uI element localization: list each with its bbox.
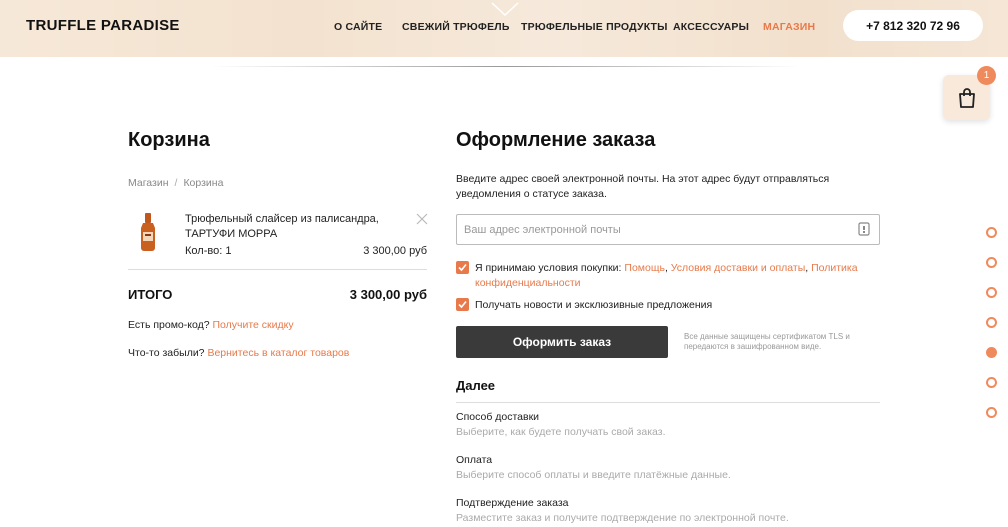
side-nav-dot[interactable] [986,377,997,388]
catalog-link[interactable]: Вернитесь в каталог товаров [207,347,349,359]
side-nav-dot[interactable] [986,227,997,238]
promo-link[interactable]: Получите скидку [212,319,293,331]
site-header: TRUFFLE PARADISE О САЙТЕ СВЕЖИЙ ТРЮФЕЛЬ … [0,0,1008,57]
side-nav-dot[interactable] [986,287,997,298]
nav-item-about[interactable]: О САЙТЕ [334,21,382,33]
product-image[interactable] [134,212,162,252]
breadcrumb-cart: Корзина [183,177,224,189]
product-quantity: Кол-во: 1 [185,245,232,257]
autofill-icon[interactable] [858,222,870,236]
step-payment-desc: Выберите способ оплаты и введите платёжн… [456,469,731,481]
newsletter-checkbox[interactable] [456,298,469,311]
step-confirmation-title: Подтверждение заказа [456,497,569,509]
cart-count-badge: 1 [977,66,996,85]
step-payment-title: Оплата [456,454,493,466]
cart-divider [128,269,427,270]
nav-item-fresh-truffle[interactable]: СВЕЖИЙ ТРЮФЕЛЬ [402,21,510,33]
nav-item-truffle-products[interactable]: ТРЮФЕЛЬНЫЕ ПРОДУКТЫ [521,21,668,33]
phone-button[interactable]: +7 812 320 72 96 [843,10,983,41]
delivery-terms-link[interactable]: Условия доставки и оплаты [671,262,805,274]
shopping-bag-icon [958,87,975,108]
product-name[interactable]: Трюфельный слайсер из палисандра, ТАРТУФ… [185,212,405,242]
checkout-title: Оформление заказа [456,129,656,151]
checkmark-icon [458,300,467,309]
total-value: 3 300,00 руб [349,287,427,302]
nav-item-accessories[interactable]: АКСЕССУАРЫ [673,21,749,33]
email-note: Введите адрес своей электронной почты. Н… [456,173,830,200]
next-steps-title: Далее [456,378,496,393]
promo-text: Есть промо-код? [128,319,210,331]
tls-note: Все данные защищены сертификатом TLS и п… [684,332,850,351]
step-confirmation-desc: Разместите заказ и получите подтверждени… [456,512,789,524]
place-order-button[interactable]: Оформить заказ [456,326,668,358]
breadcrumb-separator: / [174,177,178,189]
close-icon[interactable] [416,213,428,225]
site-logo[interactable]: TRUFFLE PARADISE [26,17,180,34]
side-nav-dot[interactable] [986,407,997,418]
side-nav-dot[interactable] [986,317,997,328]
breadcrumb: Магазин / Корзина [128,177,223,189]
promo-row: Есть промо-код? Получите скидку [128,319,294,331]
help-link[interactable]: Помощь [624,262,665,274]
product-price: 3 300,00 руб [363,245,427,257]
next-steps-divider [456,402,880,403]
terms-checkbox[interactable] [456,261,469,274]
newsletter-label: Получать новости и эксклюзивные предложе… [475,299,713,311]
nav-item-shop[interactable]: МАГАЗИН [763,21,815,33]
total-label: ИТОГО [128,287,173,302]
forgot-text: Что-то забыли? [128,347,205,359]
cart-title: Корзина [128,129,210,151]
step-delivery-title: Способ доставки [456,411,540,423]
chevron-down-icon [491,2,519,17]
terms-prefix: Я принимаю условия покупки: [475,262,622,274]
checkmark-icon [458,263,467,272]
forgot-row: Что-то забыли? Вернитесь в каталог товар… [128,347,349,359]
side-nav-dot[interactable] [986,257,997,268]
header-divider [210,66,800,67]
breadcrumb-shop[interactable]: Магазин [128,177,169,189]
step-delivery-desc: Выберите, как будете получать свой заказ… [456,426,666,438]
side-nav-dot-active[interactable] [986,347,997,358]
terms-label: Я принимаю условия покупки: Помощь, Усло… [475,262,858,289]
email-input[interactable] [456,214,880,245]
